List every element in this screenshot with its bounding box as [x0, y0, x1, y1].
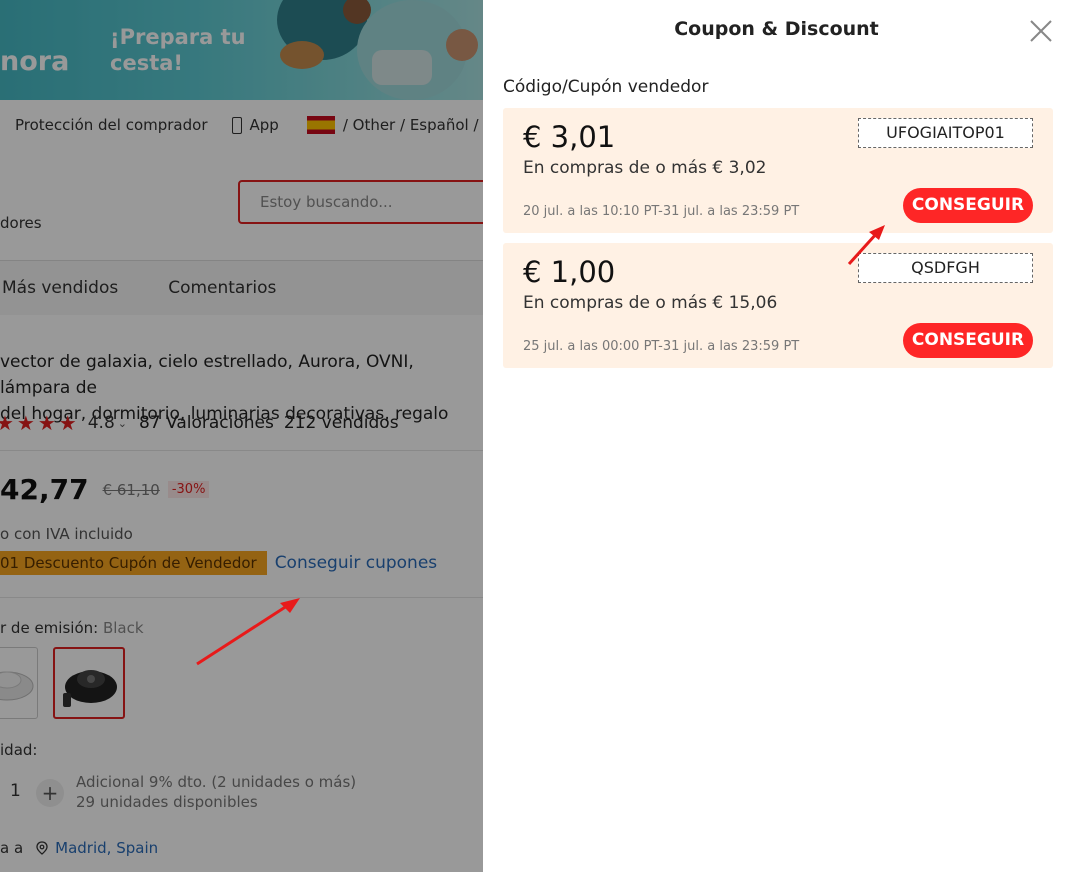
coupon-card: € 3,01 En compras de o más € 3,02 20 jul…	[503, 108, 1053, 233]
get-coupon-button[interactable]: CONSEGUIR	[903, 188, 1033, 223]
drawer-title: Coupon & Discount	[674, 18, 879, 40]
coupon-drawer: Coupon & Discount Código/Cupón vendedor …	[483, 0, 1070, 872]
get-coupon-button[interactable]: CONSEGUIR	[903, 323, 1033, 358]
coupon-card: € 1,00 En compras de o más € 15,06 25 ju…	[503, 243, 1053, 368]
coupon-condition: En compras de o más € 3,02	[523, 158, 767, 178]
close-icon[interactable]	[1029, 19, 1053, 43]
coupon-condition: En compras de o más € 15,06	[523, 293, 778, 313]
coupon-code[interactable]: UFOGIAITOP01	[858, 118, 1033, 148]
section-title: Código/Cupón vendedor	[503, 77, 709, 97]
coupon-validity: 20 jul. a las 10:10 PT-31 jul. a las 23:…	[523, 204, 800, 219]
coupon-amount: € 1,00	[523, 255, 616, 289]
arrow-annotation-icon	[196, 598, 300, 666]
arrow-annotation-icon	[847, 225, 885, 266]
coupon-validity: 25 jul. a las 00:00 PT-31 jul. a las 23:…	[523, 339, 800, 354]
modal-overlay[interactable]	[0, 0, 483, 872]
coupon-amount: € 3,01	[523, 120, 616, 154]
